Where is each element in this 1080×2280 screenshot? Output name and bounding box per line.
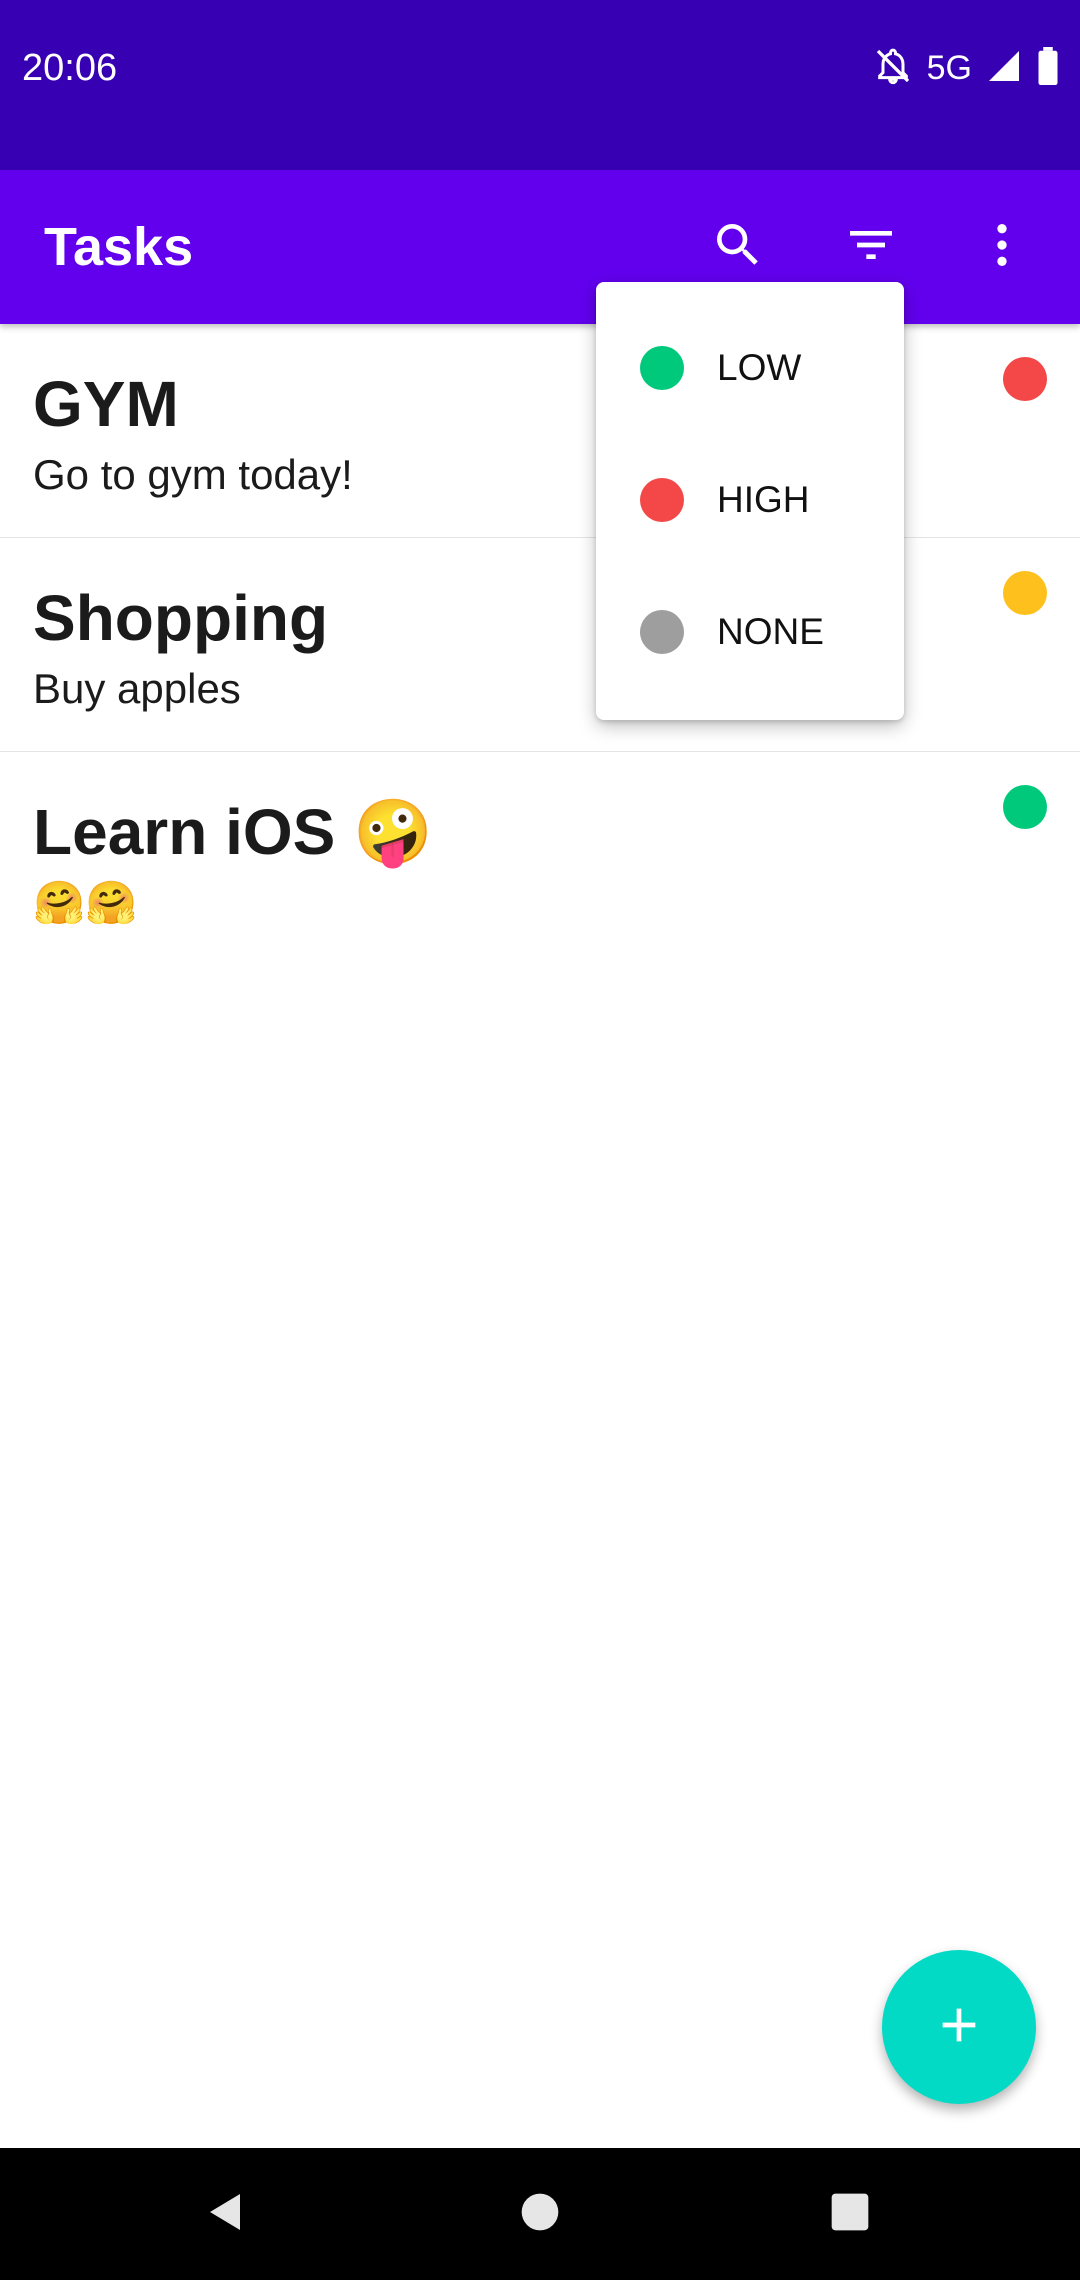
screen: 20:06 5G Tasks GYM Go to gym today! Shop…: [0, 0, 1080, 2280]
home-icon: [518, 2190, 562, 2239]
battery-icon: [1036, 46, 1060, 90]
task-title: Learn iOS 🤪: [33, 796, 433, 868]
app-bar: Tasks: [0, 170, 1080, 324]
more-options-button[interactable]: [962, 207, 1042, 287]
add-task-button[interactable]: [882, 1950, 1036, 2104]
priority-indicator: [1003, 785, 1047, 829]
search-button[interactable]: [698, 207, 778, 287]
page-title: Tasks: [44, 217, 194, 277]
menu-item-label: HIGH: [717, 479, 810, 520]
network-type: 5G: [926, 49, 972, 87]
navigation-bar: [0, 2148, 1080, 2280]
priority-filter-menu: LOW HIGH NONE: [596, 282, 904, 720]
status-time: 20:06: [22, 47, 118, 89]
task-item[interactable]: Learn iOS 🤪 🤗🤗: [0, 752, 1080, 965]
priority-indicator: [1003, 571, 1047, 615]
menu-item-label: LOW: [717, 347, 802, 388]
task-list: GYM Go to gym today! Shopping Buy apples…: [0, 324, 1080, 965]
priority-dot: [640, 610, 684, 654]
menu-item-label: NONE: [717, 611, 824, 652]
signal-icon: [986, 48, 1022, 89]
filter-button[interactable]: [831, 207, 911, 287]
back-icon: [202, 2188, 250, 2241]
status-icons: 5G: [873, 46, 1060, 90]
task-description: Buy apples: [33, 665, 241, 712]
task-description: Go to gym today!: [33, 451, 353, 498]
back-button[interactable]: [182, 2170, 270, 2258]
menu-item-none[interactable]: NONE: [596, 566, 904, 698]
bell-off-icon: [873, 46, 913, 91]
task-title: GYM: [33, 368, 179, 440]
priority-dot: [640, 478, 684, 522]
home-button[interactable]: [496, 2170, 584, 2258]
recents-icon: [828, 2190, 872, 2239]
task-item[interactable]: GYM Go to gym today!: [0, 324, 1080, 538]
task-description: 🤗🤗: [33, 879, 138, 926]
priority-indicator: [1003, 357, 1047, 401]
menu-item-high[interactable]: HIGH: [596, 434, 904, 566]
filter-icon: [843, 217, 899, 278]
status-bar: 20:06 5G: [0, 0, 1080, 170]
menu-item-low[interactable]: LOW: [596, 302, 904, 434]
task-item[interactable]: Shopping Buy apples: [0, 538, 1080, 752]
add-icon: [931, 1997, 987, 2058]
search-icon: [710, 217, 766, 278]
task-title: Shopping: [33, 582, 329, 654]
more-vert-icon: [974, 217, 1030, 278]
recents-button[interactable]: [806, 2170, 894, 2258]
priority-dot: [640, 346, 684, 390]
